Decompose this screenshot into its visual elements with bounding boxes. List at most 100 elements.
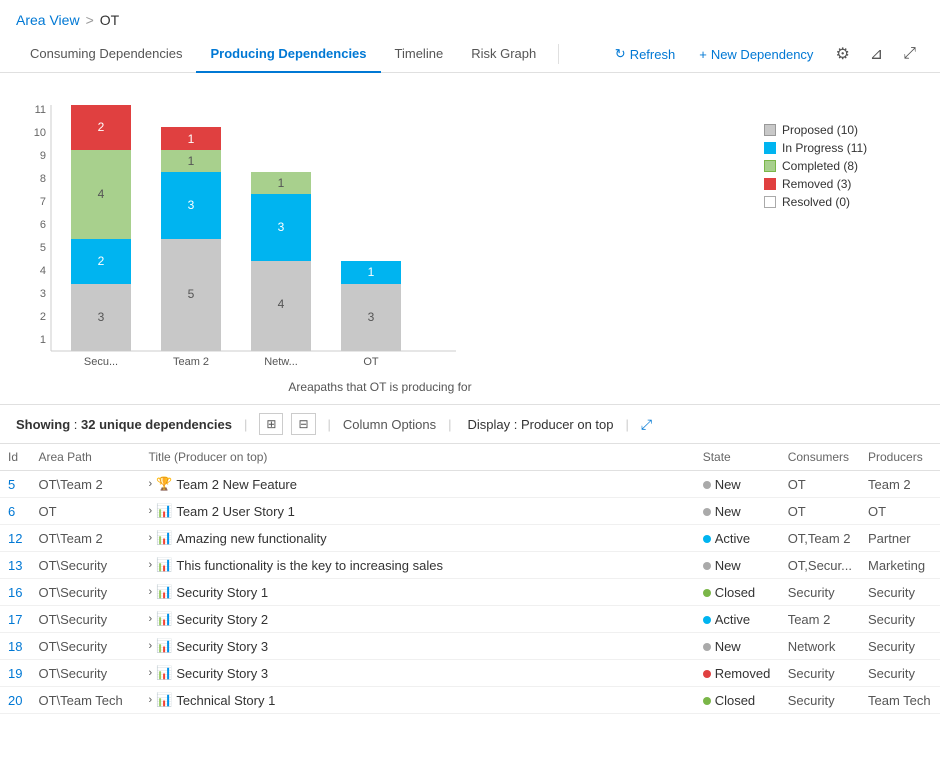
svg-text:1: 1 xyxy=(40,334,46,346)
row-id-link[interactable]: 12 xyxy=(8,531,22,546)
filter-button[interactable]: ⊿ xyxy=(862,38,891,70)
legend-removed-box xyxy=(764,178,776,190)
row-state: New xyxy=(695,552,780,579)
breadcrumb-current: OT xyxy=(100,12,119,28)
row-state: Closed xyxy=(695,687,780,714)
row-consumers: OT xyxy=(780,471,860,498)
showing-text: Showing : 32 unique dependencies xyxy=(16,417,232,432)
svg-text:Netw...: Netw... xyxy=(264,356,298,368)
row-title: › 📊 Security Story 1 xyxy=(140,579,694,606)
refresh-label: Refresh xyxy=(630,47,676,62)
legend-completed-box xyxy=(764,160,776,172)
row-title-text: Team 2 New Feature xyxy=(176,477,297,492)
row-id-link[interactable]: 19 xyxy=(8,666,22,681)
expand-row-icon[interactable]: › xyxy=(148,505,152,517)
expand-row-icon[interactable]: › xyxy=(148,640,152,652)
legend-resolved-box xyxy=(764,196,776,208)
row-id-link[interactable]: 17 xyxy=(8,612,22,627)
tab-risk-graph[interactable]: Risk Graph xyxy=(457,36,550,73)
table-row: 6 OT › 📊 Team 2 User Story 1 New OT OT xyxy=(0,498,940,525)
table-toolbar: Showing : 32 unique dependencies | ⊞ ⊟ |… xyxy=(0,404,940,444)
expand-row-icon[interactable]: › xyxy=(148,613,152,625)
svg-text:5: 5 xyxy=(40,242,46,254)
row-title: › 📊 Security Story 3 xyxy=(140,660,694,687)
collapse-all-button[interactable]: ⊟ xyxy=(291,413,315,435)
legend-inprogress-label: In Progress (11) xyxy=(782,141,867,155)
expand-button[interactable]: ⤢ xyxy=(895,39,924,69)
row-producers: Security xyxy=(860,606,940,633)
expand-all-button[interactable]: ⊞ xyxy=(259,413,283,435)
table-row: 13 OT\Security › 📊 This functionality is… xyxy=(0,552,940,579)
col-header-path: Area Path xyxy=(30,444,140,471)
svg-text:Team 2: Team 2 xyxy=(173,356,209,368)
row-title-text: Security Story 3 xyxy=(176,639,268,654)
legend-removed: Removed (3) xyxy=(764,177,924,191)
breadcrumb-parent[interactable]: Area View xyxy=(16,12,80,28)
row-title: › 📊 Technical Story 1 xyxy=(140,687,694,714)
table-row: 19 OT\Security › 📊 Security Story 3 Remo… xyxy=(0,660,940,687)
svg-text:3: 3 xyxy=(40,288,46,300)
row-id-link[interactable]: 5 xyxy=(8,477,15,492)
tab-consuming[interactable]: Consuming Dependencies xyxy=(16,36,196,73)
row-id-link[interactable]: 6 xyxy=(8,504,15,519)
expand-row-icon[interactable]: › xyxy=(148,532,152,544)
legend-resolved-label: Resolved (0) xyxy=(782,195,850,209)
tab-producing[interactable]: Producing Dependencies xyxy=(196,36,380,73)
svg-text:4: 4 xyxy=(40,265,46,277)
chart-container: 11 10 9 8 7 6 5 4 3 2 1 3 2 4 xyxy=(0,73,940,404)
expand-row-icon[interactable]: › xyxy=(148,478,152,490)
tab-timeline[interactable]: Timeline xyxy=(381,36,458,73)
row-path: OT\Security xyxy=(30,552,140,579)
table-row: 5 OT\Team 2 › 🏆 Team 2 New Feature New O… xyxy=(0,471,940,498)
row-consumers: Security xyxy=(780,660,860,687)
toolbar-sep-4: | xyxy=(626,417,629,432)
svg-text:9: 9 xyxy=(40,150,46,162)
svg-text:6: 6 xyxy=(40,219,46,231)
new-dependency-button[interactable]: + New Dependency xyxy=(689,41,823,68)
row-state: Active xyxy=(695,606,780,633)
expand-row-icon[interactable]: › xyxy=(148,694,152,706)
row-path: OT\Security xyxy=(30,660,140,687)
row-state: New xyxy=(695,498,780,525)
breadcrumb-separator: > xyxy=(86,12,94,28)
row-id-link[interactable]: 13 xyxy=(8,558,22,573)
refresh-button[interactable]: ↻ Refresh xyxy=(605,40,685,68)
expand-row-icon[interactable]: › xyxy=(148,667,152,679)
column-options-button[interactable]: Column Options xyxy=(343,417,436,432)
expand-row-icon[interactable]: › xyxy=(148,586,152,598)
settings-button[interactable]: ⚙ xyxy=(827,38,857,70)
breadcrumb: Area View > OT xyxy=(0,0,940,36)
state-dot xyxy=(703,670,711,678)
svg-text:2: 2 xyxy=(40,311,46,323)
row-title: › 📊 This functionality is the key to inc… xyxy=(140,552,694,579)
row-path: OT\Security xyxy=(30,606,140,633)
state-dot xyxy=(703,643,711,651)
row-path: OT\Team Tech xyxy=(30,687,140,714)
legend-proposed: Proposed (10) xyxy=(764,123,924,137)
col-header-title: Title (Producer on top) xyxy=(140,444,694,471)
row-consumers: OT,Team 2 xyxy=(780,525,860,552)
row-producers: Team 2 xyxy=(860,471,940,498)
row-id-link[interactable]: 16 xyxy=(8,585,22,600)
svg-text:2: 2 xyxy=(98,254,105,268)
table-container: Id Area Path Title (Producer on top) Sta… xyxy=(0,444,940,714)
svg-text:1: 1 xyxy=(368,265,375,279)
chart-subtitle: Areapaths that OT is producing for xyxy=(16,380,744,394)
legend-completed: Completed (8) xyxy=(764,159,924,173)
svg-text:7: 7 xyxy=(40,196,46,208)
row-title-text: Amazing new functionality xyxy=(176,531,326,546)
svg-text:10: 10 xyxy=(34,127,46,139)
legend-proposed-box xyxy=(764,124,776,136)
legend-inprogress-box xyxy=(764,142,776,154)
row-title-text: Team 2 User Story 1 xyxy=(176,504,295,519)
row-id-link[interactable]: 18 xyxy=(8,639,22,654)
table-row: 16 OT\Security › 📊 Security Story 1 Clos… xyxy=(0,579,940,606)
row-title-text: Security Story 1 xyxy=(176,585,268,600)
table-row: 12 OT\Team 2 › 📊 Amazing new functionali… xyxy=(0,525,940,552)
svg-text:3: 3 xyxy=(278,220,285,234)
expand-row-icon[interactable]: › xyxy=(148,559,152,571)
row-title-text: This functionality is the key to increas… xyxy=(176,558,443,573)
row-producers: OT xyxy=(860,498,940,525)
fullscreen-button[interactable]: ⤢ xyxy=(641,416,652,433)
row-id-link[interactable]: 20 xyxy=(8,693,22,708)
